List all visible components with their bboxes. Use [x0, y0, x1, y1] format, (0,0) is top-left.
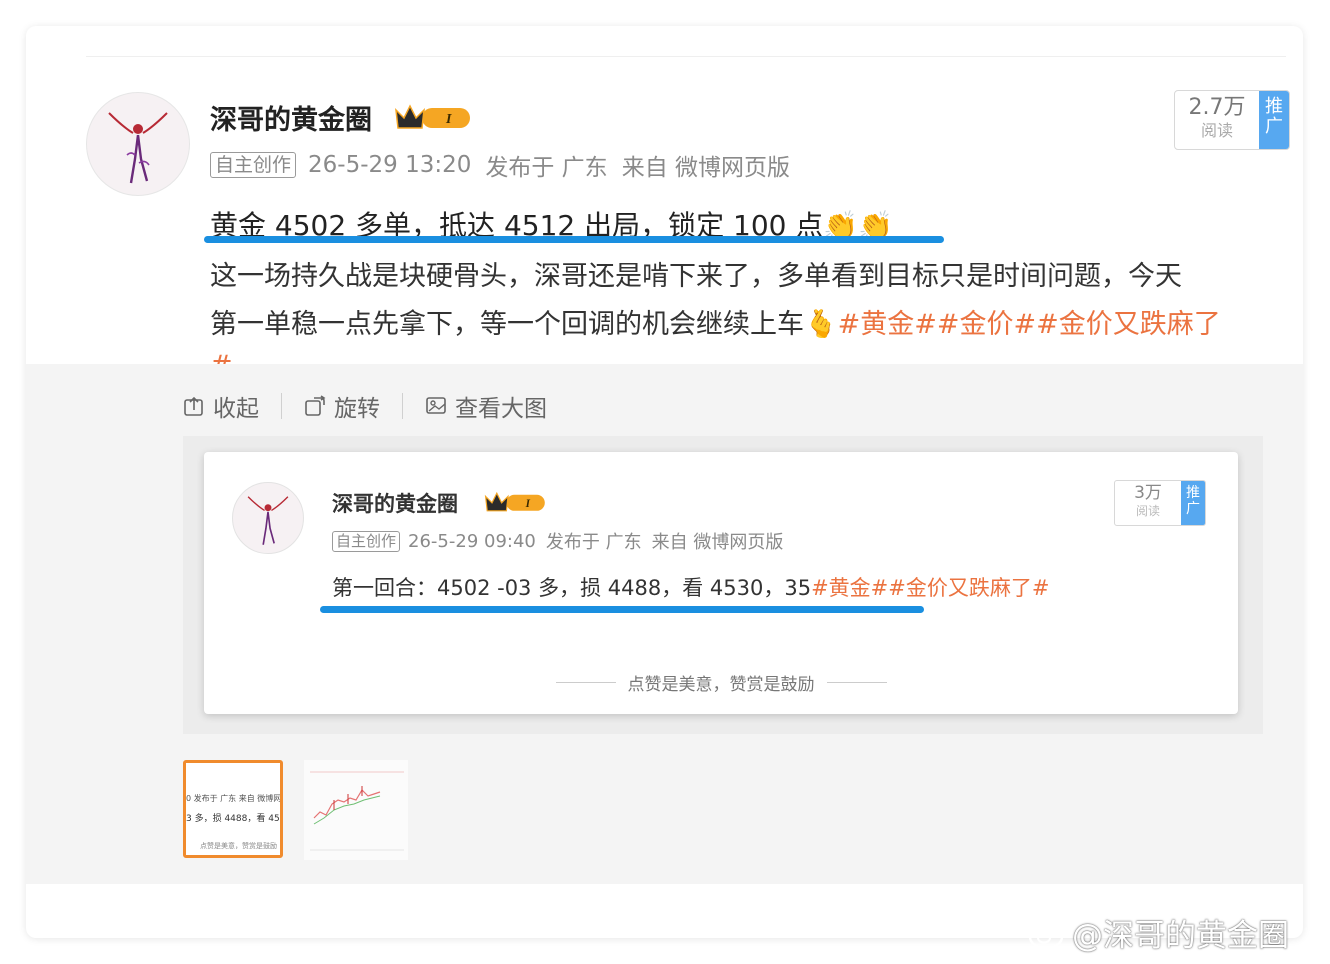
highlight-underline — [204, 236, 944, 243]
collapse-label: 收起 — [213, 396, 259, 422]
rotate-icon — [305, 395, 326, 416]
inner-source: 来自 微博网页版 — [651, 532, 784, 553]
post-location: 发布于 广东 — [485, 155, 608, 181]
post-text-line2: 这一场持久战是块硬骨头，深哥还是啃下来了，多单看到目标只是时间问题，今天 — [210, 261, 1182, 292]
screenshot-inner-post: 深哥的黄金圈 I 自主创作 26-5-29 09:40 发布于 广东 来自 微博… — [204, 452, 1238, 714]
thumbnail-2-chart[interactable] — [304, 760, 408, 860]
inner-trade-text: 第一回合：4502 -03 多，损 4488，看 4530，35 — [332, 576, 812, 600]
thumbnail-chart-image — [304, 760, 408, 860]
inner-avatar — [232, 482, 304, 554]
view-large-label: 查看大图 — [455, 396, 547, 422]
rotate-button[interactable]: 旋转 — [304, 389, 380, 423]
collapse-button[interactable]: 收起 — [183, 389, 259, 423]
toolbar-separator — [402, 393, 403, 419]
toolbar-separator — [281, 393, 282, 419]
divider — [86, 56, 1286, 57]
username[interactable]: 深哥的黄金圈 — [210, 98, 372, 137]
watermark: @深哥的黄金圈 — [1028, 910, 1289, 955]
inner-read-label: 阅读 — [1135, 504, 1160, 518]
footer-dash — [555, 682, 616, 683]
read-count: 2.7万 — [1188, 95, 1246, 120]
inner-footer-text: 点赞是美意，赞赏是鼓励 — [627, 675, 815, 695]
inner-crown-badge: I — [484, 490, 548, 518]
image-toolbar: 收起 旋转 查看大图 — [183, 389, 547, 423]
finger-heart-emoji: 🫰 — [804, 309, 838, 340]
hashtag-links[interactable]: #黄金##金价##金价又跌麻了 — [838, 309, 1221, 340]
post-meta: 自主创作 26-5-29 13:20 发布于 广东 来自 微博网页版 — [210, 150, 804, 181]
original-tag: 自主创作 — [210, 152, 297, 178]
rotate-label: 旋转 — [334, 396, 380, 422]
image-view-icon — [426, 397, 446, 414]
footer-dash — [826, 682, 887, 683]
inner-promo: 推广 — [1181, 481, 1205, 525]
inner-read-box: 3万 阅读 推广 — [1114, 480, 1206, 526]
weibo-logo-icon — [1028, 919, 1070, 949]
thumb-text-1: 0 发布于 广东 来自 微博网页版 — [186, 794, 282, 803]
view-large-button[interactable]: 查看大图 — [425, 389, 547, 423]
inner-read-count: 3万 — [1134, 483, 1162, 503]
inner-username: 深哥的黄金圈 — [332, 492, 458, 516]
collapse-icon — [184, 396, 203, 416]
thumb-text-2: 3 多，损 4488，看 4530， — [186, 814, 280, 824]
read-label: 阅读 — [1200, 121, 1233, 140]
inner-highlight-underline — [320, 606, 924, 613]
post-time[interactable]: 26-5-29 13:20 — [308, 152, 471, 178]
inner-footer: 点赞是美意，赞赏是鼓励 — [204, 670, 1238, 695]
avatar[interactable] — [86, 92, 190, 196]
post-text-body: 第一单稳一点先拿下，等一个回调的机会继续上车 — [210, 309, 804, 340]
thumb-text-3: 点赞是美意，赞赏是鼓励 — [200, 842, 277, 850]
post-text-line3: 第一单稳一点先拿下，等一个回调的机会继续上车🫰#黄金##金价##金价又跌麻了 — [210, 302, 1221, 341]
inner-meta: 自主创作 26-5-29 09:40 发布于 广东 来自 微博网页版 — [332, 528, 793, 554]
read-count-box[interactable]: 2.7万 阅读 推广 — [1174, 90, 1290, 150]
inner-time: 26-5-29 09:40 — [408, 530, 536, 552]
inner-location: 发布于 广东 — [545, 532, 642, 553]
inner-post-text: 第一回合：4502 -03 多，损 4488，看 4530，35#黄金##金价又… — [332, 572, 1049, 602]
thumbnail-1-selected[interactable]: 0 发布于 广东 来自 微博网页版 3 多，损 4488，看 4530， 点赞是… — [183, 760, 283, 858]
inner-hashtags: #黄金##金价又跌麻了# — [811, 576, 1050, 600]
inner-original-tag: 自主创作 — [332, 530, 401, 552]
promote-button[interactable]: 推广 — [1259, 91, 1289, 149]
vip-crown-badge: I — [394, 102, 474, 136]
badge-level: I — [445, 112, 452, 127]
watermark-text: @深哥的黄金圈 — [1072, 918, 1289, 954]
weibo-post-card: 深哥的黄金圈 I 自主创作 26-5-29 13:20 发布于 广东 来自 微博… — [26, 26, 1303, 938]
inner-badge-level: I — [525, 498, 531, 510]
post-source: 来自 微博网页版 — [621, 155, 790, 181]
